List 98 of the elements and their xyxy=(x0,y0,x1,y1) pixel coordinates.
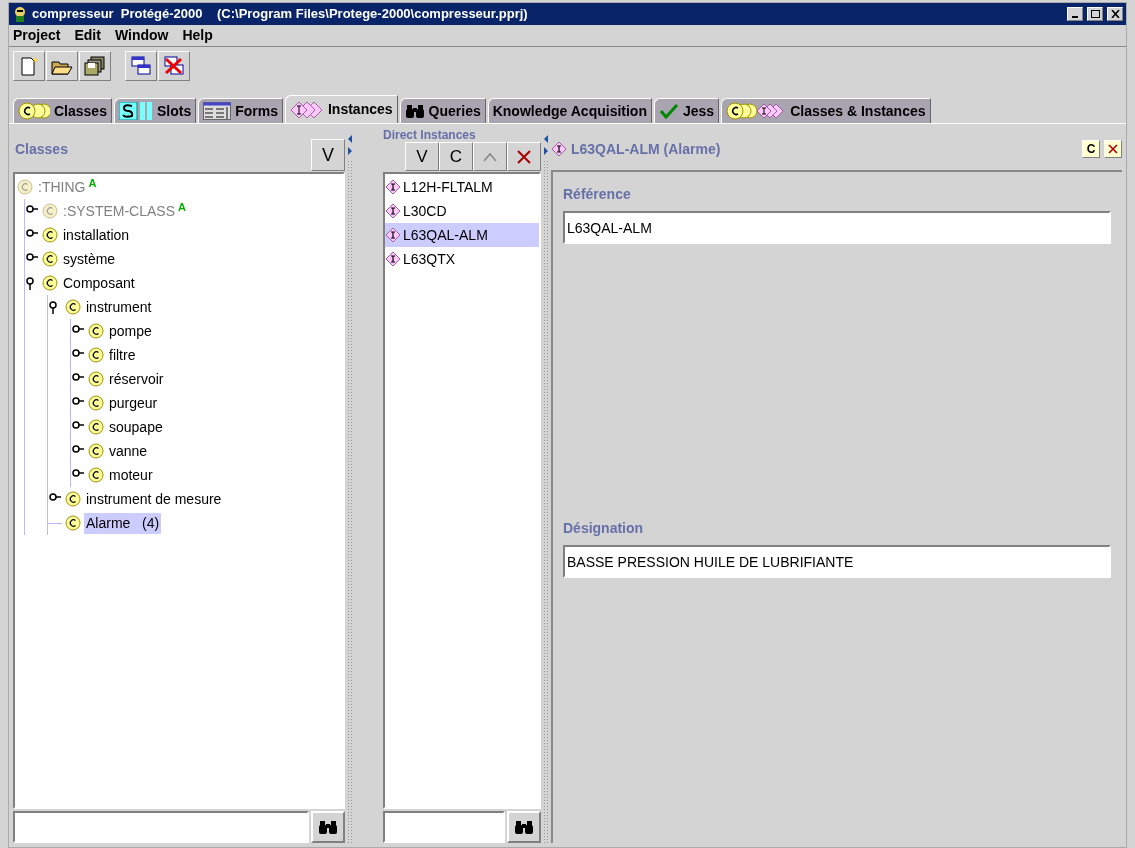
close-icon xyxy=(1108,144,1118,154)
field-label: Référence xyxy=(563,185,632,204)
list-item[interactable]: L30CD xyxy=(403,200,447,222)
tree-item[interactable]: :THING xyxy=(36,176,88,198)
tab[interactable]: Knowledge Acquisition xyxy=(487,98,652,123)
tree-item[interactable]: instrument xyxy=(84,296,154,318)
maximize-button[interactable] xyxy=(1087,7,1103,21)
class-icon xyxy=(88,419,104,435)
slots-icon xyxy=(118,102,153,120)
collapse-button[interactable]: C xyxy=(1082,140,1100,158)
checkmark-icon xyxy=(658,103,679,119)
tree-item[interactable]: Composant xyxy=(61,272,137,294)
tab[interactable]: Classes & Instances xyxy=(721,98,931,123)
maximize-icon xyxy=(1090,10,1100,18)
tree-item[interactable]: réservoir xyxy=(107,368,166,390)
list-item[interactable]: L12H-FLTALM xyxy=(403,176,493,198)
field-label: Désignation xyxy=(563,519,645,538)
tree-item[interactable]: purgeur xyxy=(107,392,160,414)
close-button[interactable] xyxy=(1104,140,1122,158)
view-button[interactable]: C xyxy=(439,142,473,171)
toolbar-button[interactable] xyxy=(13,51,45,81)
search-field[interactable] xyxy=(383,811,505,843)
tab[interactable]: Classes xyxy=(13,98,112,123)
search-field[interactable] xyxy=(13,811,309,843)
toolbar-button[interactable] xyxy=(125,51,157,81)
new-page-icon xyxy=(18,56,40,76)
stacked-circles-icon xyxy=(18,102,50,120)
instance-icon xyxy=(385,179,401,195)
class-icon xyxy=(88,467,104,483)
panel-title: Classes xyxy=(14,140,69,159)
abstract-label: A xyxy=(88,176,97,191)
menu-item[interactable]: Edit xyxy=(74,25,101,46)
list-item[interactable]: L63QTX xyxy=(403,248,456,270)
tree-item[interactable]: instrument de mesure xyxy=(84,488,224,510)
text-field[interactable]: BASSE PRESSION HUILE DE LUBRIFIANTE xyxy=(563,545,1111,578)
class-icon xyxy=(88,371,104,387)
class-icon xyxy=(88,395,104,411)
tree-item[interactable]: filtre xyxy=(107,344,138,366)
menu-item[interactable]: Window xyxy=(114,25,169,46)
tree-item[interactable]: vanne xyxy=(107,440,150,462)
class-icon xyxy=(17,179,33,195)
class-icon xyxy=(88,323,104,339)
delete-button[interactable] xyxy=(507,142,541,171)
instance-icon xyxy=(551,141,567,157)
class-icon xyxy=(65,515,81,531)
class-icon xyxy=(42,203,58,219)
tree-item[interactable]: :SYSTEM-CLASS xyxy=(61,200,178,222)
close-icon xyxy=(1110,10,1120,18)
caret-up-icon xyxy=(483,151,497,162)
class-icon xyxy=(42,227,58,243)
tree-item[interactable]: Alarme (4) xyxy=(84,512,162,534)
tree-item[interactable]: pompe xyxy=(107,320,154,342)
minimize-button[interactable] xyxy=(1067,7,1083,21)
save-disks-icon xyxy=(84,56,106,76)
text-field[interactable]: L63QAL-ALM xyxy=(563,211,1111,244)
menu-item[interactable]: Help xyxy=(182,25,213,46)
up-button[interactable] xyxy=(473,142,507,171)
tab[interactable]: Slots xyxy=(113,98,197,123)
find-button[interactable] xyxy=(311,811,345,843)
class-icon xyxy=(88,347,104,363)
stacked-diamonds-icon xyxy=(289,100,324,119)
form-grid-icon xyxy=(203,102,232,120)
class-icon xyxy=(65,491,81,507)
close-button[interactable] xyxy=(1107,7,1123,21)
tree-item[interactable]: soupape xyxy=(107,416,165,438)
find-button[interactable] xyxy=(507,811,541,843)
tab[interactable]: Jess xyxy=(653,98,720,123)
window-title: compresseur Protégé-2000 (C:\Program Files\Protege-2000\compresseur.pprj) xyxy=(32,5,529,24)
splitter-arrows-icon[interactable] xyxy=(543,134,549,156)
tab[interactable]: Instances xyxy=(284,95,398,123)
tree-item[interactable]: installation xyxy=(61,224,132,246)
menu-item[interactable]: Project xyxy=(13,25,61,46)
binoculars-icon xyxy=(404,103,425,119)
tab[interactable]: Queries xyxy=(399,98,486,123)
close-windows-icon xyxy=(163,56,185,76)
tree-item[interactable]: système xyxy=(61,248,118,270)
toolbar-button[interactable] xyxy=(79,51,111,81)
panel-title: Direct Instances xyxy=(383,128,477,142)
instance-icon xyxy=(385,203,401,219)
class-icon xyxy=(42,251,58,267)
abstract-label: A xyxy=(178,200,186,215)
class-icon xyxy=(42,275,58,291)
class-icon xyxy=(88,443,104,459)
panel-title: L63QAL-ALM (Alarme) xyxy=(571,139,722,159)
close-icon xyxy=(516,148,532,165)
instance-icon xyxy=(385,251,401,267)
app-logo-icon xyxy=(12,6,28,22)
tab[interactable]: Forms xyxy=(198,98,283,123)
toolbar-button[interactable] xyxy=(46,51,78,81)
windows-icon xyxy=(130,56,152,76)
view-button[interactable]: V xyxy=(405,142,439,171)
instance-icon xyxy=(385,227,401,243)
binoculars-icon xyxy=(514,819,534,835)
class-icon xyxy=(65,299,81,315)
binoculars-icon xyxy=(318,819,338,835)
tree-item[interactable]: moteur xyxy=(107,464,155,486)
view-button[interactable]: V xyxy=(311,139,345,171)
splitter-arrows-icon[interactable] xyxy=(347,134,353,156)
